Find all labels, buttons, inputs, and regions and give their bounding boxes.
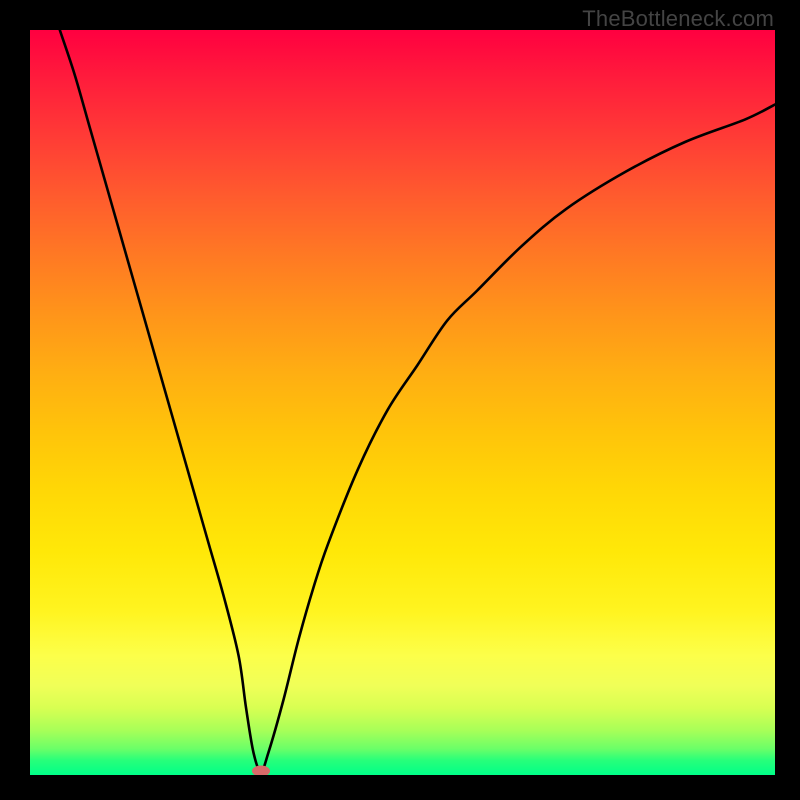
bottleneck-curve xyxy=(30,30,775,775)
watermark-text: TheBottleneck.com xyxy=(582,6,774,32)
min-point-marker xyxy=(252,766,270,775)
chart-plot-area xyxy=(30,30,775,775)
curve-path xyxy=(60,30,775,771)
